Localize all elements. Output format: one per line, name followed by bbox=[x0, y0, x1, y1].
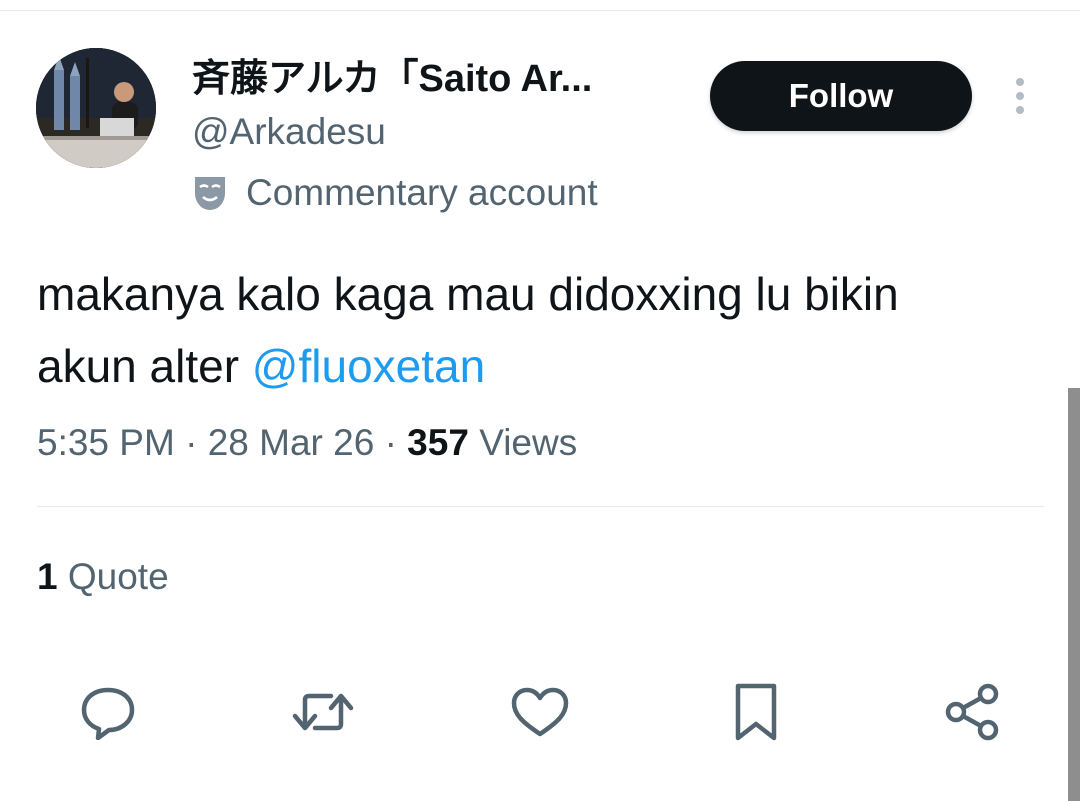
retweet-icon[interactable] bbox=[291, 680, 355, 744]
tweet-time[interactable]: 5:35 PM bbox=[37, 422, 175, 463]
reply-icon[interactable] bbox=[76, 680, 140, 744]
more-options-icon[interactable] bbox=[1004, 74, 1036, 118]
quotes-link[interactable]: 1 Quote bbox=[37, 551, 169, 603]
tweet-detail-page: 斉藤アルカ「Saito Ar... @Arkadesu Commentary a… bbox=[0, 0, 1080, 801]
tweet-text: makanya kalo kaga mau didoxxing lu bikin… bbox=[37, 258, 997, 402]
meta-separator: · bbox=[384, 422, 397, 463]
share-icon[interactable] bbox=[940, 680, 1004, 744]
theater-mask-icon bbox=[192, 171, 232, 215]
meta-separator: · bbox=[185, 422, 198, 463]
views-count: 357 bbox=[407, 422, 469, 463]
account-label-text: Commentary account bbox=[246, 172, 598, 213]
views-label: Views bbox=[479, 422, 578, 463]
scrollbar[interactable] bbox=[1068, 388, 1080, 801]
tweet-meta: 5:35 PM · 28 Mar 26 · 357 Views bbox=[37, 417, 577, 469]
divider bbox=[37, 506, 1044, 507]
avatar[interactable] bbox=[36, 48, 156, 168]
author-display-name[interactable]: 斉藤アルカ「Saito Ar... bbox=[192, 55, 682, 103]
author-handle[interactable]: @Arkadesu bbox=[192, 108, 386, 156]
quote-label: Quote bbox=[67, 556, 169, 597]
quote-count: 1 bbox=[37, 556, 58, 597]
bookmark-icon[interactable] bbox=[724, 680, 788, 744]
tweet-date[interactable]: 28 Mar 26 bbox=[208, 422, 375, 463]
account-label: Commentary account bbox=[192, 168, 598, 218]
mention-link[interactable]: @fluoxetan bbox=[252, 340, 485, 392]
follow-button[interactable]: Follow bbox=[710, 61, 972, 131]
top-divider bbox=[0, 10, 1080, 11]
like-icon[interactable] bbox=[508, 680, 572, 744]
